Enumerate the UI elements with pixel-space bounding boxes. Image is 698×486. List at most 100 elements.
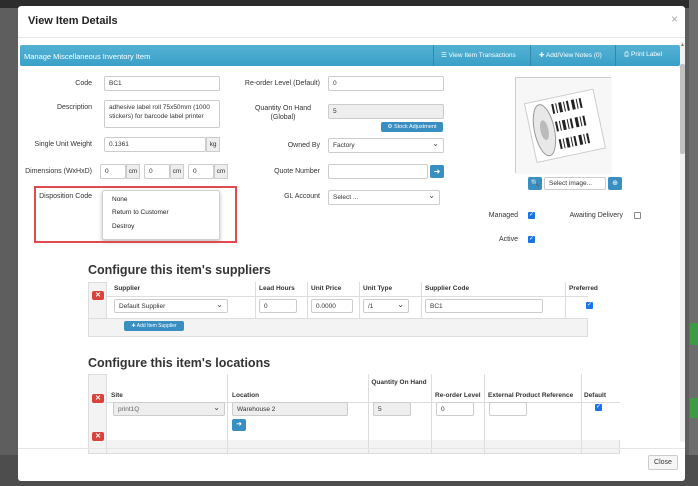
arrow-right-icon: ➜: [236, 421, 242, 428]
search-image-button[interactable]: 🔍: [528, 177, 542, 190]
divider: [255, 282, 256, 318]
owned-by-label: Owned By: [287, 142, 320, 149]
awaiting-delivery-checkbox[interactable]: [634, 212, 641, 219]
active-label: Active: [498, 236, 518, 243]
column-header: Lead Hours: [259, 285, 295, 292]
location-input: Warehouse 2: [232, 402, 348, 416]
add-item-supplier-button[interactable]: ✚ Add Item Supplier: [124, 321, 184, 331]
panel-title: Manage Miscellaneous Inventory Item: [24, 52, 151, 61]
description-label: Description: [56, 104, 92, 111]
stock-adjustment-button[interactable]: ⚙ Stock Adjustment: [381, 122, 443, 132]
background-green-button: [690, 323, 698, 345]
add-notes-button[interactable]: ✚ Add/View Notes (0): [539, 51, 602, 59]
column-header: Preferred: [569, 285, 598, 292]
remove-location-button[interactable]: ✕: [92, 394, 104, 403]
location-reorder-input[interactable]: 0: [436, 402, 474, 416]
print-icon: ⎙: [624, 51, 632, 58]
divider: [368, 374, 369, 454]
column-header: Default: [584, 392, 607, 399]
divider: [484, 374, 485, 454]
divider: [433, 45, 434, 66]
column-header: Site: [111, 392, 123, 399]
supplier-select[interactable]: Default Supplier: [114, 299, 228, 313]
dimensions-label: Dimensions (WxHxD): [25, 168, 92, 175]
suppliers-header-row: [106, 282, 588, 296]
scrollbar-thumb[interactable]: [680, 64, 685, 154]
column-header: Supplier: [114, 285, 141, 292]
upload-icon: ⊕: [612, 180, 618, 187]
divider: [431, 374, 432, 454]
dimension-unit: cm: [126, 164, 140, 179]
weight-label: Single Unit Weight: [34, 141, 92, 148]
unit-type-select[interactable]: /1: [363, 299, 409, 313]
column-header: External Product Reference: [488, 392, 574, 399]
owned-by-select[interactable]: Factory: [328, 138, 444, 153]
default-location-checkbox[interactable]: [595, 403, 602, 411]
modal-close-icon[interactable]: ×: [671, 12, 678, 26]
preferred-checkbox[interactable]: [586, 301, 593, 309]
search-icon: 🔍: [530, 180, 540, 187]
lead-hours-input[interactable]: 0: [259, 299, 297, 313]
quantity-on-hand-input: 5: [373, 402, 411, 416]
locations-heading: Configure this item's locations: [88, 356, 271, 370]
managed-checkbox[interactable]: [528, 211, 535, 219]
arrow-right-icon: ➜: [433, 167, 441, 176]
upload-image-button[interactable]: ⊕: [608, 177, 622, 190]
managed-label: Managed: [488, 212, 518, 219]
gl-account-select[interactable]: Select ...: [328, 190, 440, 205]
highlight-box: [34, 186, 237, 243]
divider: [359, 282, 360, 318]
modal-title: View Item Details: [28, 15, 118, 27]
code-input[interactable]: BC1: [104, 76, 220, 91]
quote-number-label: Quote Number: [274, 168, 320, 175]
print-label-button[interactable]: ⎙ Print Label: [624, 51, 662, 59]
gl-account-label: GL Account: [284, 193, 320, 200]
weight-input[interactable]: 0.1361: [104, 137, 206, 152]
select-image-input[interactable]: Select image...: [544, 177, 606, 190]
remove-supplier-button[interactable]: ✕: [92, 291, 104, 300]
divider: [227, 374, 228, 454]
remove-icon: ✕: [95, 395, 101, 402]
supplier-code-input[interactable]: BC1: [425, 299, 543, 313]
divider: [88, 318, 588, 319]
reorder-input[interactable]: 0: [328, 76, 444, 91]
unit-price-input[interactable]: 0.0000: [311, 299, 353, 313]
remove-icon: ✕: [95, 433, 101, 440]
plus-icon: ✚: [539, 52, 546, 59]
column-header: Location: [232, 392, 260, 399]
label-roll-image: [516, 78, 612, 174]
close-button[interactable]: Close: [648, 455, 678, 470]
scroll-up-icon[interactable]: ▲: [680, 42, 685, 48]
suppliers-heading: Configure this item's suppliers: [88, 263, 271, 277]
description-textarea[interactable]: adhesive label roll 75x50mm (1000 sticke…: [104, 100, 220, 128]
view-transactions-button[interactable]: ☰ View Item Transactions: [441, 51, 516, 59]
external-reference-input[interactable]: [489, 402, 527, 416]
qoh-input: 5: [328, 104, 444, 119]
dimension-depth-input[interactable]: 0: [188, 164, 214, 179]
divider: [565, 282, 566, 318]
column-header: Supplier Code: [425, 285, 470, 292]
active-checkbox[interactable]: [528, 235, 535, 243]
awaiting-delivery-label: Awaiting Delivery: [569, 212, 623, 219]
location-go-button[interactable]: ➜: [232, 419, 246, 431]
quote-number-input[interactable]: [328, 164, 428, 179]
column-header: Re-order Level: [435, 392, 481, 399]
site-select[interactable]: print1Q: [113, 402, 225, 416]
qoh-label: Quantity On Hand (Global): [254, 105, 312, 121]
dimension-width-input[interactable]: 0: [100, 164, 126, 179]
divider: [307, 282, 308, 318]
remove-icon: ✕: [95, 292, 101, 299]
divider: [18, 37, 685, 38]
divider: [581, 374, 582, 454]
reorder-label: Re-order Level (Default): [244, 80, 320, 87]
remove-location-button[interactable]: ✕: [92, 432, 104, 441]
item-image: [515, 77, 612, 174]
divider: [106, 374, 107, 454]
code-label: Code: [75, 80, 92, 87]
dimension-height-input[interactable]: 0: [144, 164, 170, 179]
divider: [421, 282, 422, 318]
quote-go-button[interactable]: ➜: [430, 165, 444, 178]
item-details-modal: View Item Details × Manage Miscellaneous…: [18, 6, 685, 481]
column-header: Quantity On Hand: [371, 379, 427, 386]
divider: [106, 296, 588, 297]
